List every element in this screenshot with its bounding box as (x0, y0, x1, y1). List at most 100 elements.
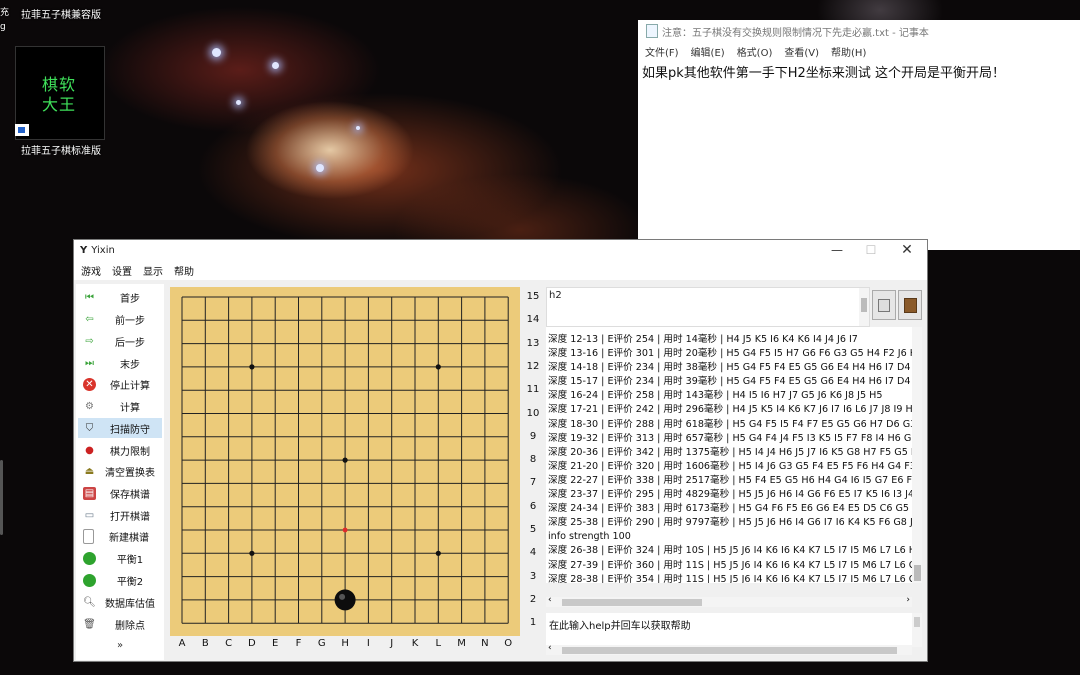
delete-point-button[interactable]: 🗑︎ 删除点 (78, 614, 162, 634)
notepad-menu-view[interactable]: 查看(V) (784, 44, 819, 59)
row-label: 2 (529, 593, 537, 605)
row-label: 14 (526, 314, 540, 326)
compute-button[interactable]: ⚙ 计算 (78, 396, 162, 416)
star-point (435, 364, 441, 370)
star-point (249, 550, 255, 556)
star-point (342, 457, 348, 463)
scroll-left-icon[interactable]: ‹ (548, 595, 552, 605)
copy-icon (878, 299, 890, 312)
stone-highlight (339, 593, 346, 600)
notepad-menu-format[interactable]: 格式(O) (737, 44, 773, 59)
column-label: M (457, 638, 466, 649)
scroll-thumb[interactable] (562, 647, 897, 654)
column-label: L (435, 638, 442, 649)
balance1-button[interactable]: 平衡1 (78, 548, 162, 568)
notepad-menu-file[interactable]: 文件(F) (645, 44, 679, 59)
log-line: 深度 17-21 | E评价 242 | 用时 296毫秒 | H4 J5 K5… (548, 404, 912, 416)
last-move-button[interactable]: ⏭ 末步 (78, 353, 162, 373)
notepad-menu-help[interactable]: 帮助(H) (831, 44, 866, 59)
star (212, 48, 221, 57)
input-vertical-scrollbar[interactable] (912, 613, 922, 647)
star (236, 100, 241, 105)
paste-button[interactable] (898, 290, 922, 320)
notepad-titlebar: 注意：五子棋没有交换规则限制情况下先走必赢.txt - 记事本 (638, 20, 1080, 42)
menu-help[interactable]: 帮助 (174, 263, 194, 278)
gomoku-board[interactable] (181, 296, 510, 626)
column-label: J (390, 638, 394, 649)
balance2-icon (83, 573, 96, 587)
strength-limit-button[interactable]: ● 棋力限制 (78, 440, 162, 460)
yixin-window: Y Yixin — ☐ ✕ 游戏 设置 显示 帮助 ⏮ 首步 ⇦ 前一步 ⇨ 后一步 … (73, 239, 928, 662)
stop-icon: ✕ (83, 377, 96, 391)
notepad-title: 注意：五子棋没有交换规则限制情况下先走必赢.txt - 记事本 (662, 27, 929, 39)
log-line: 深度 14-18 | E评价 234 | 用时 38毫秒 | H5 G4 F5 … (548, 362, 912, 374)
log-horizontal-scrollbar[interactable]: ‹ › (546, 595, 912, 607)
yixin-logo-icon: Y (80, 244, 88, 256)
command-scrollbar[interactable] (859, 288, 869, 326)
open-game-button[interactable]: ▭ 打开棋谱 (78, 505, 162, 525)
database-eval-button[interactable]: 🔍︎ 数据库估值 (78, 592, 162, 612)
column-label: D (248, 638, 256, 649)
yixin-menubar: 游戏 设置 显示 帮助 (74, 260, 927, 280)
command-input[interactable]: 在此输入help并回车以获取帮助 (546, 613, 912, 647)
command-input-text: 在此输入help并回车以获取帮助 (549, 621, 691, 632)
scroll-right-icon[interactable]: › (906, 595, 910, 605)
row-label: 8 (529, 454, 537, 466)
column-label: C (225, 638, 233, 649)
log-line: 深度 21-20 | E评价 320 | 用时 1606毫秒 | H5 I4 J… (548, 460, 912, 472)
first-move-icon: ⏮ (85, 291, 94, 303)
analysis-log[interactable]: 深度 12-13 | E评价 254 | 用时 14毫秒 | H4 J5 K5 … (546, 327, 912, 583)
notepad-menu-edit[interactable]: 编辑(E) (691, 44, 725, 59)
column-label: G (317, 638, 326, 649)
log-vertical-scrollbar[interactable] (912, 327, 922, 583)
notepad-file-icon (646, 24, 658, 38)
log-line: 深度 16-24 | E评价 258 | 用时 143毫秒 | H4 I5 I6… (548, 390, 883, 402)
next-move-icon: ⇨ (85, 335, 94, 347)
desktop-icon-label: 拉菲五子棋兼容版 (21, 10, 101, 21)
star (272, 62, 279, 69)
log-line: 深度 28-38 | E评价 354 | 用时 11S | H5 J5 J6 I… (548, 573, 912, 583)
command-output[interactable]: h2 (546, 287, 870, 327)
first-move-button[interactable]: ⏮ 首步 (78, 287, 162, 307)
close-button[interactable]: ✕ (890, 240, 924, 260)
log-line: 深度 26-38 | E评价 324 | 用时 10S | H5 J5 J6 I… (548, 545, 912, 557)
row-label: 15 (526, 291, 540, 302)
next-move-button[interactable]: ⇨ 后一步 (78, 331, 162, 351)
last-move-icon: ⏭ (85, 357, 94, 369)
input-horizontal-scrollbar[interactable]: ‹ (546, 643, 912, 655)
menu-display[interactable]: 显示 (143, 263, 163, 278)
stop-compute-button[interactable]: ✕ 停止计算 (78, 374, 162, 394)
scroll-left-icon[interactable]: ‹ (548, 643, 552, 653)
column-label: E (272, 638, 279, 649)
desktop-icon-label: 拉菲五子棋标准版 (21, 146, 101, 157)
row-label: 5 (529, 524, 537, 535)
column-label: H (341, 638, 349, 649)
copy-button[interactable] (872, 290, 896, 320)
row-label: 9 (529, 430, 537, 442)
clear-table-button[interactable]: ⏏ 清空置换表 (78, 461, 162, 481)
log-line: 深度 22-27 | E评价 338 | 用时 2517毫秒 | H5 F4 E… (548, 474, 912, 486)
save-icon: ▤ (83, 486, 96, 500)
balance2-button[interactable]: 平衡2 (78, 570, 162, 590)
left-edge-text: 充g (0, 8, 10, 32)
save-game-button[interactable]: ▤ 保存棋谱 (78, 483, 162, 503)
scroll-thumb[interactable] (562, 599, 702, 606)
menu-game[interactable]: 游戏 (81, 263, 101, 278)
minimize-button[interactable]: — (820, 240, 854, 260)
yixin-title: Yixin (91, 244, 115, 256)
prev-move-button[interactable]: ⇦ 前一步 (78, 309, 162, 329)
star (316, 164, 324, 172)
menu-settings[interactable]: 设置 (112, 263, 132, 278)
desktop-icon-compatible[interactable]: 拉菲五子棋兼容版 (14, 6, 108, 21)
more-button[interactable]: » (76, 640, 164, 651)
new-game-button[interactable]: 新建棋谱 (78, 526, 162, 546)
notepad-text-area[interactable]: 如果pk其他软件第一手下H2坐标来测试 这个开局是平衡开局！ (638, 60, 1080, 83)
row-label: 12 (526, 360, 540, 372)
log-line: 深度 23-37 | E评价 295 | 用时 4829毫秒 | H5 J5 J… (548, 489, 912, 501)
row-label: 11 (526, 384, 540, 396)
log-line: 深度 15-17 | E评价 234 | 用时 39毫秒 | H5 G4 F5 … (548, 376, 912, 388)
scan-defense-button[interactable]: ⛉ 扫描防守 (78, 418, 162, 438)
black-stone[interactable] (334, 589, 356, 611)
maximize-button[interactable]: ☐ (854, 240, 888, 260)
row-label: 1 (529, 617, 537, 629)
